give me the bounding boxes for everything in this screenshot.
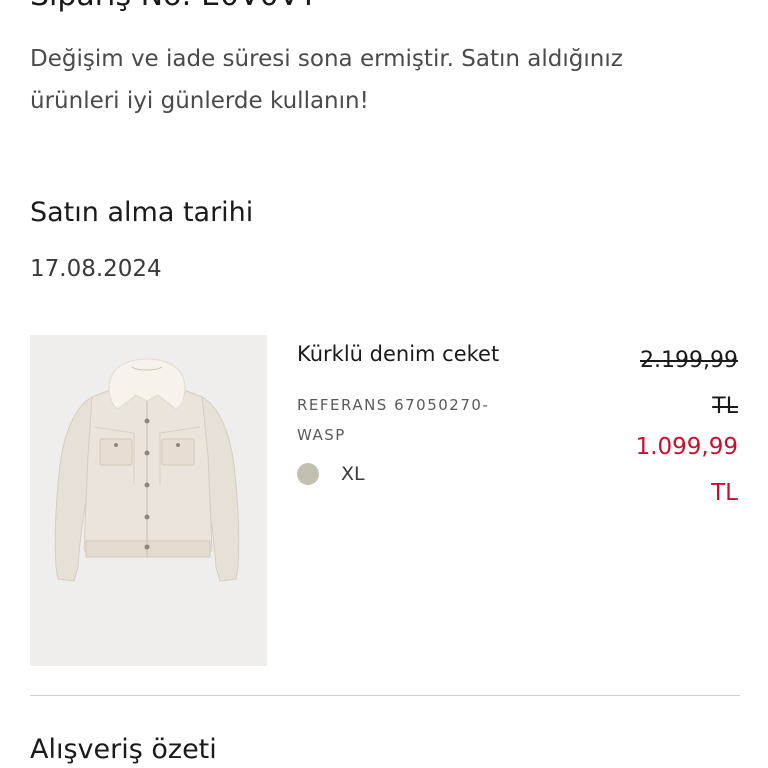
jacket-illustration xyxy=(54,358,240,582)
reference-line-1: REFERANS 67050270- xyxy=(297,396,490,414)
reference-line-2: WASP xyxy=(297,426,346,444)
product-image[interactable] xyxy=(30,335,267,666)
notice-line-2: ürünleri iyi günlerde kullanın! xyxy=(30,88,369,114)
product-reference: REFERANS 67050270- WASP xyxy=(297,390,537,450)
original-price-amount: 2.199,99 xyxy=(640,348,738,373)
order-number-title: Sipariş No: E0V0VT xyxy=(30,0,318,14)
color-swatch xyxy=(297,463,319,485)
original-price: 2.199,99 TL xyxy=(640,338,738,430)
shopping-summary-heading: Alışveriş özeti xyxy=(30,734,217,765)
section-divider xyxy=(30,695,740,696)
sale-price: 1.099,99 TL xyxy=(636,424,738,516)
product-name[interactable]: Kürklü denim ceket xyxy=(297,339,499,369)
sale-price-currency: TL xyxy=(711,480,738,506)
sale-price-amount: 1.099,99 xyxy=(635,434,738,460)
return-period-notice: Değişim ve iade süresi sona ermiştir. Sa… xyxy=(30,38,740,122)
color-size-row: XL xyxy=(297,459,365,489)
purchase-date-value: 17.08.2024 xyxy=(30,256,162,282)
purchase-date-heading: Satın alma tarihi xyxy=(30,197,254,228)
notice-line-1: Değişim ve iade süresi sona ermiştir. Sa… xyxy=(30,46,623,72)
size-label: XL xyxy=(341,463,365,485)
order-detail-page: Sipariş No: E0V0VT Değişim ve iade süres… xyxy=(0,0,768,768)
